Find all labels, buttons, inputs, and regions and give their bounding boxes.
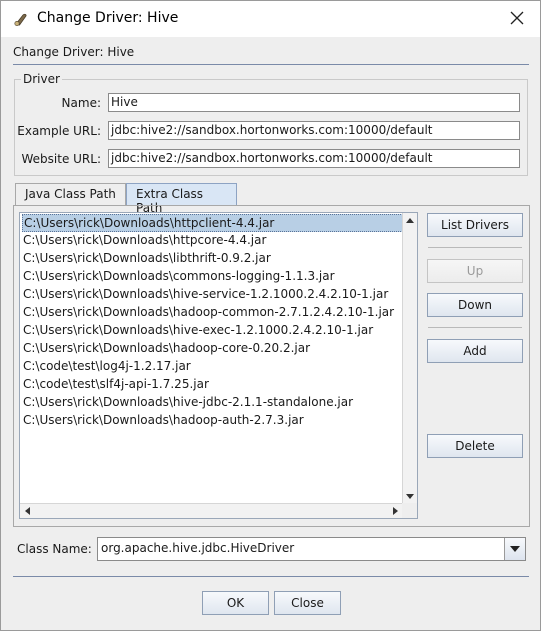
list-item[interactable]: C:\Users\rick\Downloads\hadoop-core-0.20… xyxy=(22,340,403,358)
button-separator xyxy=(428,327,522,328)
class-name-label: Class Name: xyxy=(17,542,92,556)
list-item[interactable]: C:\Users\rick\Downloads\libthrift-0.9.2.… xyxy=(22,250,403,268)
close-icon xyxy=(510,11,524,28)
ok-button[interactable]: OK xyxy=(202,591,269,615)
example-url-field[interactable]: jdbc:hive2://sandbox.hortonworks.com:100… xyxy=(108,121,520,140)
tab-java-class-path[interactable]: Java Class Path xyxy=(15,183,126,205)
list-item[interactable]: C:\code\test\log4j-1.2.17.jar xyxy=(22,358,403,376)
title-bar[interactable]: Change Driver: Hive xyxy=(1,1,540,37)
change-driver-dialog: Change Driver: Hive Change Driver: Hive … xyxy=(0,0,541,631)
list-item[interactable]: C:\Users\rick\Downloads\httpcore-4.4.jar xyxy=(22,232,403,250)
list-drivers-button[interactable]: List Drivers xyxy=(427,213,523,237)
list-item[interactable]: C:\code\test\slf4j-api-1.7.25.jar xyxy=(22,376,403,394)
driver-group-title: Driver xyxy=(21,72,62,86)
list-item[interactable]: C:\Users\rick\Downloads\hadoop-auth-2.7.… xyxy=(22,412,403,430)
arrow-left-icon[interactable] xyxy=(20,504,34,518)
website-url-label: Website URL: xyxy=(21,152,102,166)
class-name-combobox[interactable]: org.apache.hive.jdbc.HiveDriver xyxy=(97,537,526,561)
down-button[interactable]: Down xyxy=(427,293,523,317)
list-item[interactable]: C:\Users\rick\Downloads\commons-logging-… xyxy=(22,268,403,286)
up-button[interactable]: Up xyxy=(427,259,523,283)
horizontal-scrollbar[interactable] xyxy=(20,503,402,518)
window-title: Change Driver: Hive xyxy=(37,10,179,26)
list-item[interactable]: C:\Users\rick\Downloads\hive-exec-1.2.10… xyxy=(22,322,403,340)
example-url-label: Example URL: xyxy=(17,124,101,138)
arrow-up-icon[interactable] xyxy=(403,213,417,227)
delete-button[interactable]: Delete xyxy=(427,434,523,458)
list-item[interactable]: C:\Users\rick\Downloads\httpclient-4.4.j… xyxy=(22,214,403,232)
name-field[interactable]: Hive xyxy=(108,93,520,112)
window-close-button[interactable] xyxy=(494,1,540,37)
website-url-field[interactable]: jdbc:hive2://sandbox.hortonworks.com:100… xyxy=(108,149,520,168)
list-item[interactable]: C:\Users\rick\Downloads\hive-jdbc-2.1.1-… xyxy=(22,394,403,412)
scroll-corner xyxy=(402,503,417,518)
dialog-subtitle: Change Driver: Hive xyxy=(13,45,135,59)
arrow-down-icon[interactable] xyxy=(403,489,417,503)
list-item[interactable]: C:\Users\rick\Downloads\hive-service-1.2… xyxy=(22,286,403,304)
list-item[interactable]: C:\Users\rick\Downloads\hadoop-common-2.… xyxy=(22,304,403,322)
class-path-list[interactable]: C:\Users\rick\Downloads\httpclient-4.4.j… xyxy=(19,212,418,519)
vertical-scrollbar[interactable] xyxy=(402,213,417,503)
footer-separator xyxy=(13,576,529,577)
button-separator xyxy=(428,247,522,248)
tab-extra-class-path[interactable]: Extra Class Path xyxy=(126,183,237,215)
class-name-value: org.apache.hive.jdbc.HiveDriver xyxy=(101,541,295,555)
chevron-down-icon[interactable] xyxy=(504,538,525,560)
header-separator xyxy=(13,64,529,65)
close-button[interactable]: Close xyxy=(274,591,341,615)
name-label: Name: xyxy=(61,96,101,110)
add-button[interactable]: Add xyxy=(427,339,523,363)
gear-icon xyxy=(13,11,29,27)
arrow-right-icon[interactable] xyxy=(388,504,402,518)
